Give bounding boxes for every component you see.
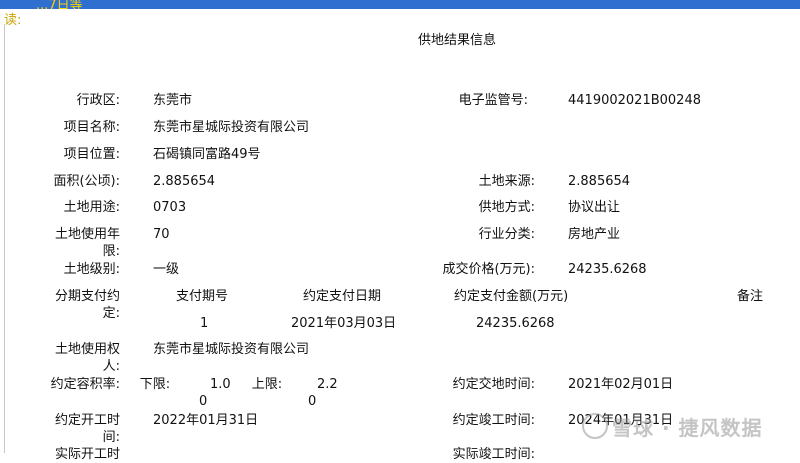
snowball-logo-icon — [582, 413, 608, 439]
land-use-label: 土地用途: — [63, 200, 120, 215]
land-grade-label: 土地级别: — [63, 262, 120, 277]
land-source-label: 土地来源: — [478, 174, 535, 189]
lower-limit-value: 1.0 — [210, 377, 231, 392]
deal-price-label: 成交价格(万元): — [442, 262, 535, 277]
supply-method-label: 供地方式: — [478, 200, 535, 215]
upper-limit-zero: 0 — [308, 394, 317, 409]
watermark: 雪球 · 捷风数据 — [582, 412, 763, 441]
industry-value: 房地产业 — [568, 227, 621, 242]
land-use-value: 0703 — [153, 200, 187, 215]
area-value: 2.885654 — [153, 174, 216, 189]
district-label: 行政区: — [76, 93, 120, 108]
project-location-value: 石碣镇同富路49号 — [153, 147, 261, 162]
read-row: 读: — [0, 9, 800, 28]
lower-limit-zero: 0 — [199, 394, 208, 409]
district-value: 东莞市 — [153, 93, 193, 108]
actual-start-label: 实际开工时 — [54, 447, 120, 462]
pay-amount-header: 约定支付金额(万元) — [454, 289, 569, 304]
upper-limit-value: 2.2 — [317, 377, 338, 392]
deal-price-value: 24235.6268 — [568, 262, 647, 277]
remark-header: 备注 — [737, 289, 764, 304]
start-label: 约定开工时间: — [54, 413, 120, 445]
supply-method-value: 协议出让 — [568, 200, 621, 215]
supervision-value: 4419002021B00248 — [568, 93, 701, 108]
project-name-value: 东莞市星城际投资有限公司 — [153, 120, 310, 135]
watermark-text: 雪球 · 捷风数据 — [612, 416, 763, 440]
page-title: 供地结果信息 — [418, 33, 497, 48]
completion-label: 约定竣工时间: — [452, 413, 535, 428]
plot-ratio-label: 约定容积率: — [50, 377, 120, 392]
pay-amount-value: 24235.6268 — [476, 316, 555, 331]
read-label: 读: — [4, 13, 22, 28]
installment-label: 分期支付约定: — [54, 289, 120, 321]
left-border — [4, 24, 5, 453]
use-years-label: 土地使用年限: — [54, 227, 120, 259]
handover-label: 约定交地时间: — [452, 377, 535, 392]
pay-period-value: 1 — [200, 316, 209, 331]
project-name-label: 项目名称: — [63, 120, 120, 135]
handover-value: 2021年02月01日 — [568, 377, 674, 392]
project-location-label: 项目位置: — [63, 147, 120, 162]
land-user-value: 东莞市星城际投资有限公司 — [153, 342, 310, 357]
land-grade-value: 一级 — [153, 262, 180, 277]
area-label: 面积(公顷): — [53, 174, 120, 189]
land-source-value: 2.885654 — [568, 174, 631, 189]
actual-completion-label: 实际竣工时间: — [452, 447, 535, 462]
pay-period-header: 支付期号 — [176, 289, 229, 304]
pay-date-header: 约定支付日期 — [303, 289, 382, 304]
start-value: 2022年01月31日 — [153, 413, 259, 428]
lower-limit-label: 下限: — [139, 377, 171, 392]
land-user-label: 土地使用权人: — [54, 342, 120, 374]
use-years-value: 70 — [153, 227, 170, 242]
industry-label: 行业分类: — [478, 227, 535, 242]
supervision-label: 电子监管号: — [458, 93, 528, 108]
pay-date-value: 2021年03月03日 — [291, 316, 397, 331]
upper-limit-label: 上限: — [251, 377, 283, 392]
